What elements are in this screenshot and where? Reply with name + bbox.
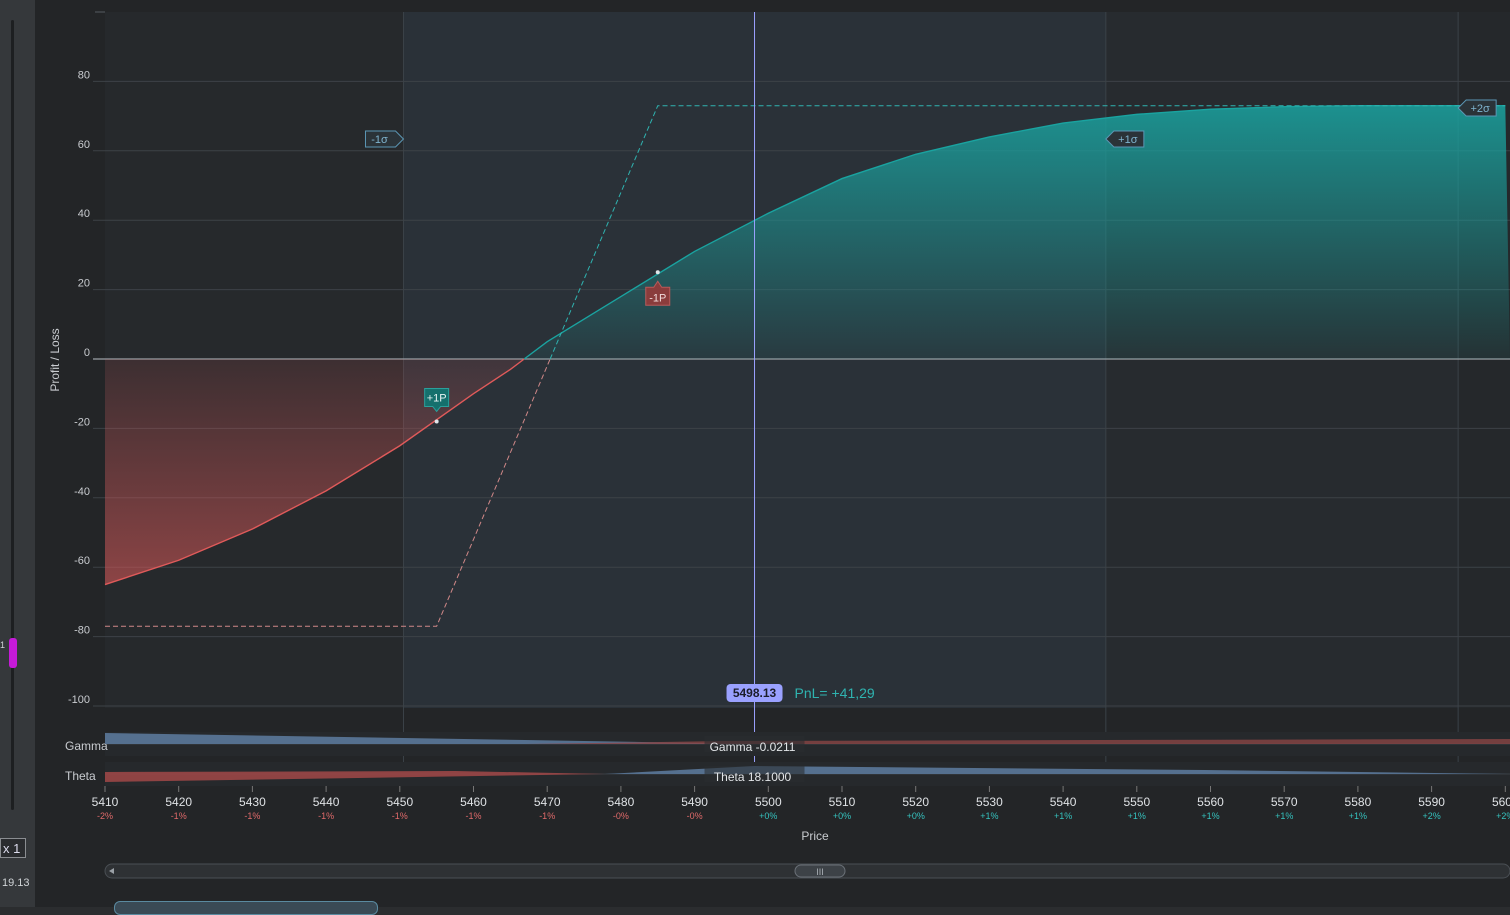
pnl-chart: 80 60 40 20 0 -20 -40 -60 -80 -100 Profit / Loss -1… [48,11,1510,879]
vertical-slider-handle[interactable] [9,638,17,668]
leg-label: -1P [649,292,666,304]
sigma-label: +1σ [1118,134,1138,146]
x-tick-pct: +0% [833,811,851,821]
x-tick-pct: +1% [1349,811,1367,821]
x-tick-pct: +1% [1054,811,1072,821]
pnl-readout: PnL= +41,29 [795,685,875,701]
x-tick-pct: -2% [97,811,113,821]
x-tick-pct: -1% [171,811,187,821]
x-axis-title: Price [801,829,829,843]
x-tick-label: 5540 [1050,795,1077,809]
x-tick-label: 5510 [829,795,856,809]
slider-small-value: 1 [0,640,6,650]
x-tick-label: 5470 [534,795,561,809]
x-tick-pct: +2% [1496,811,1510,821]
x-tick-label: 5530 [976,795,1003,809]
y-tick-label: 0 [84,347,90,359]
left-toolbar: 1 x 1 19.13 [0,0,35,907]
vertical-slider-track[interactable] [11,20,14,810]
sigma-label: +2σ [1470,103,1490,115]
scrollbar-grip-icon: III [816,867,824,877]
y-tick-label: 80 [78,69,90,81]
y-tick-label: -80 [74,625,90,637]
x-tick-pct: -1% [539,811,555,821]
x-tick-pct: -1% [392,811,408,821]
leg-label: +1P [427,392,447,404]
x-tick-label: 5590 [1418,795,1445,809]
x-tick-label: 5420 [165,795,192,809]
left-value-readout: 19.13 [2,877,30,889]
x-tick-label: 5460 [460,795,487,809]
x-tick-pct: -0% [687,811,703,821]
x-tick-label: 5520 [902,795,929,809]
y-tick-label: -60 [74,555,90,567]
x-tick-label: 5500 [755,795,782,809]
x-tick-label: 5560 [1197,795,1224,809]
y-axis-title: Profit / Loss [48,328,62,391]
current-price-label: 5498.13 [733,686,777,700]
leg-point [434,419,439,424]
x-tick-pct: +1% [1128,811,1146,821]
greek-value: Theta 18.1000 [714,770,792,784]
y-tick-label: -100 [68,694,90,706]
bottom-tab[interactable] [114,901,378,915]
x-tick-pct: -1% [465,811,481,821]
x-tick-label: 5580 [1345,795,1372,809]
y-tick-label: 40 [78,208,90,220]
greek-name: Gamma [65,739,108,753]
y-tick-label: -40 [74,486,90,498]
x-tick-label: 5410 [92,795,119,809]
leg-point [655,270,660,275]
x-tick-pct: -0% [613,811,629,821]
x-tick-label: 5600 [1492,795,1510,809]
x-tick-label: 5480 [608,795,635,809]
x-tick-pct: +1% [1201,811,1219,821]
x-tick-label: 5430 [239,795,266,809]
x-tick-pct: +1% [980,811,998,821]
y-tick-label: 20 [78,278,90,290]
x-tick-pct: -1% [318,811,334,821]
x-tick-label: 5440 [313,795,340,809]
y-tick-label: -20 [74,416,90,428]
greek-value: Gamma -0.0211 [710,740,796,754]
pnl-chart-area: 80 60 40 20 0 -20 -40 -60 -80 -100 Profit / Loss -1… [35,0,1510,907]
x-tick-label: 5570 [1271,795,1298,809]
x-tick-pct: +0% [759,811,777,821]
x-tick-pct: +2% [1422,811,1440,821]
y-tick-label: 60 [78,139,90,151]
x-tick-label: 5490 [681,795,708,809]
x-tick-pct: +0% [907,811,925,821]
multiplier-button[interactable]: x 1 [0,838,26,858]
greek-name: Theta [65,769,96,783]
x-tick-pct: -1% [244,811,260,821]
x-tick-pct: +1% [1275,811,1293,821]
x-tick-label: 5550 [1123,795,1150,809]
sigma-label: -1σ [371,134,388,146]
x-tick-label: 5450 [386,795,413,809]
